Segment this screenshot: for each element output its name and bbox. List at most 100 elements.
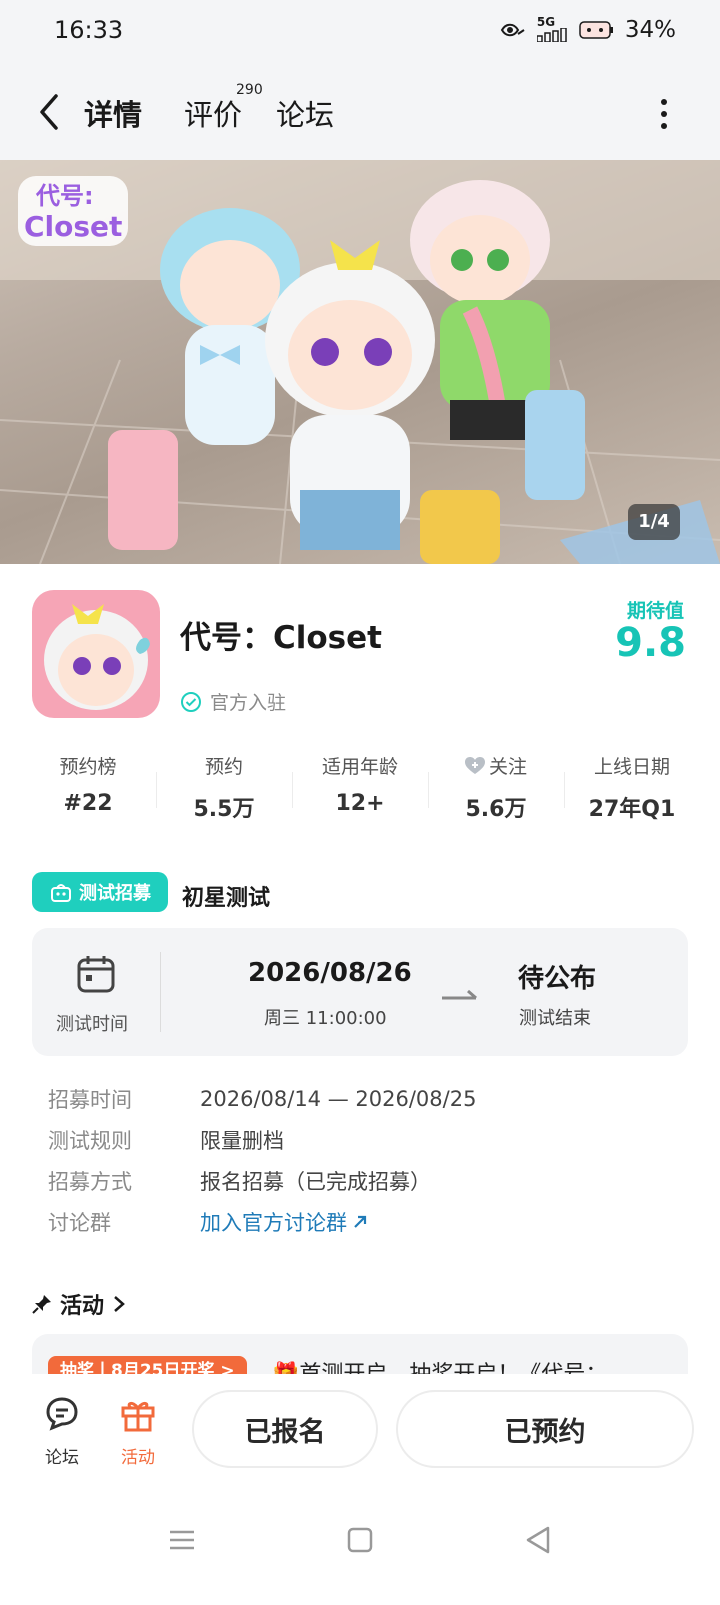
home-icon[interactable] <box>344 1524 376 1556</box>
detail-key: 招募时间 <box>48 1087 132 1112</box>
recruit-details: 招募时间 2026/08/14 — 2026/08/25 测试规则 限量删档 招… <box>48 1078 688 1242</box>
image-page-indicator: 1/4 <box>628 504 680 540</box>
test-recruit-badge: 测试招募 <box>32 872 168 912</box>
svg-text:代号:: 代号: <box>35 182 94 210</box>
divider <box>160 952 161 1032</box>
bottom-forum-tab[interactable]: 论坛 <box>32 1394 92 1468</box>
game-logo: 代号: Closet <box>18 176 128 246</box>
stat-release-date: 上线日期 27年Q1 <box>564 752 700 824</box>
tab-review-label: 评价 <box>184 98 243 132</box>
tab-forum[interactable]: 论坛 <box>276 92 334 134</box>
tab-review[interactable]: 评价 290 <box>184 82 263 134</box>
bottom-action-bar: 论坛 活动 已报名 已预约 <box>0 1374 720 1484</box>
stat-age-rating[interactable]: 适用年龄 12+ <box>292 752 428 824</box>
stat-value: #22 <box>63 791 113 816</box>
stat-follow[interactable]: 关注 5.6万 <box>428 752 564 824</box>
chevron-right-icon <box>114 1296 125 1312</box>
calendar-icon <box>77 956 115 993</box>
detail-value: 报名招募（已完成招募） <box>200 1169 431 1194</box>
lottery-tag: 抽奖丨8月25日开奖 > <box>48 1356 247 1374</box>
activity-heading: 活动 <box>60 1294 105 1319</box>
battery-icon <box>579 21 613 39</box>
recruit-badge-label: 测试招募 <box>79 883 151 904</box>
network-label: 5G <box>536 15 556 29</box>
back-triangle-icon[interactable] <box>522 1524 554 1556</box>
stat-value: 12+ <box>335 791 385 816</box>
detail-row: 讨论群 加入官方讨论群 <box>48 1201 688 1242</box>
external-arrow-icon <box>354 1215 367 1228</box>
official-verified: 官方入驻 <box>180 688 286 715</box>
stat-value: 27年Q1 <box>588 797 676 822</box>
eye-comfort-icon <box>500 23 525 37</box>
detail-key: 讨论群 <box>48 1210 111 1235</box>
stat-reservations: 预约 5.5万 <box>156 752 292 824</box>
back-arrow-icon[interactable] <box>30 90 70 134</box>
test-end-label: 测试结束 <box>519 1008 591 1029</box>
tab-forum-label: 论坛 <box>276 98 335 132</box>
top-nav: 详情 评价 290 论坛 <box>0 66 720 160</box>
heart-plus-icon <box>464 756 485 774</box>
blue-suitcase <box>525 390 585 500</box>
activity-text: 🎁首测开启，抽奖开启！《代号： <box>272 1356 607 1374</box>
stat-label: 预约 <box>204 756 243 778</box>
bottom-activity-label: 活动 <box>121 1448 155 1468</box>
stat-value: 5.6万 <box>465 797 527 822</box>
test-time-label: 测试时间 <box>56 1014 128 1035</box>
hero-artwork: 代号: Closet <box>0 160 720 564</box>
detail-row: 招募时间 2026/08/14 — 2026/08/25 <box>48 1078 688 1119</box>
status-icons: 5G 34% <box>499 16 676 44</box>
tab-detail-label: 详情 <box>84 98 143 132</box>
tab-detail[interactable]: 详情 <box>80 92 147 136</box>
detail-key: 招募方式 <box>48 1169 132 1194</box>
detail-row: 测试规则 限量删档 <box>48 1119 688 1160</box>
stat-label: 关注 <box>428 752 564 779</box>
stat-label-text: 关注 <box>488 756 527 778</box>
test-start-time: 周三 11:00:00 <box>264 1008 387 1029</box>
activity-header[interactable]: 活动 <box>32 1288 126 1320</box>
test-time-card: 测试时间 2026/08/26 周三 11:00:00 待公布 测试结束 <box>32 928 688 1056</box>
status-bar: 16:33 5G 34% <box>0 0 720 66</box>
signed-up-button[interactable]: 已报名 <box>192 1390 378 1468</box>
activity-card[interactable]: 抽奖丨8月25日开奖 > 🎁首测开启，抽奖开启！《代号： <box>32 1334 688 1374</box>
review-count-badge: 290 <box>236 82 263 98</box>
character-center <box>265 240 435 550</box>
stat-value: 5.5万 <box>193 797 255 822</box>
forum-chat-icon <box>46 1397 78 1431</box>
test-start-date: 2026/08/26 <box>248 958 412 988</box>
more-options-icon[interactable] <box>658 96 670 132</box>
stat-label: 预约榜 <box>59 756 117 778</box>
bottom-forum-label: 论坛 <box>45 1448 79 1468</box>
recruit-title: 初星测试 <box>182 886 271 911</box>
stat-label: 适用年龄 <box>321 756 398 778</box>
recruit-robot-icon <box>51 884 71 902</box>
join-discussion-label: 加入官方讨论群 <box>200 1210 347 1235</box>
expectation-score: 9.8 <box>615 620 686 666</box>
battery-percent: 34% <box>624 17 676 43</box>
svg-text:Closet: Closet <box>24 210 122 243</box>
status-time: 16:33 <box>54 16 124 44</box>
yellow-suitcase <box>420 490 500 564</box>
bottom-activity-tab[interactable]: 活动 <box>108 1394 168 1468</box>
game-app-icon <box>32 590 160 718</box>
expectation-label: 期待值 <box>626 600 684 622</box>
detail-value: 限量删档 <box>200 1128 284 1153</box>
gift-icon <box>121 1401 155 1432</box>
pin-icon <box>32 1295 51 1314</box>
official-label: 官方入驻 <box>210 692 287 714</box>
detail-key: 测试规则 <box>48 1128 132 1153</box>
join-discussion-link[interactable]: 加入官方讨论群 <box>200 1207 369 1237</box>
arrow-right-icon <box>442 989 477 1000</box>
reserved-button[interactable]: 已预约 <box>396 1390 694 1468</box>
stat-label: 上线日期 <box>593 756 670 778</box>
test-end-value: 待公布 <box>518 964 597 994</box>
menu-icon[interactable] <box>166 1524 198 1556</box>
detail-row: 招募方式 报名招募（已完成招募） <box>48 1160 688 1201</box>
stats-row: 预约榜 #22 预约 5.5万 适用年龄 12+ 关注 5.6万 上线日期 27… <box>20 752 700 824</box>
pink-suitcase <box>108 430 178 550</box>
game-title: 代号：Closet <box>180 620 382 656</box>
stat-reserve-rank[interactable]: 预约榜 #22 <box>20 752 156 824</box>
signal-icon: 5G <box>536 15 569 44</box>
hero-banner[interactable]: 代号: Closet 1/4 <box>0 160 720 564</box>
detail-value: 2026/08/14 — 2026/08/25 <box>200 1086 477 1111</box>
system-nav-bar <box>0 1484 720 1605</box>
